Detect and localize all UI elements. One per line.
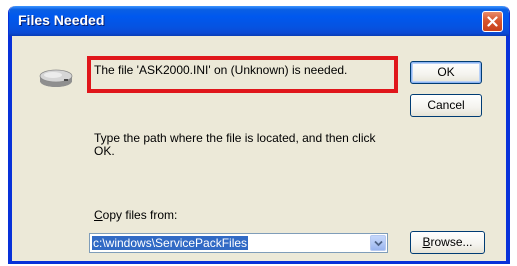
copy-files-from-label: Copy files from: (94, 208, 177, 222)
copy-label-rest: opy files from: (102, 208, 178, 222)
ok-button[interactable]: OK (410, 61, 482, 84)
browse-rest: rowse... (430, 235, 473, 249)
title-bar[interactable]: Files Needed (9, 6, 509, 36)
file-needed-message: The file 'ASK2000.INI' on (Unknown) is n… (94, 63, 348, 77)
copy-from-combobox[interactable]: c:\windows\ServicePackFiles (89, 233, 388, 253)
cancel-button[interactable]: Cancel (410, 94, 482, 117)
browse-button[interactable]: Browse... (410, 231, 485, 254)
window-title: Files Needed (18, 12, 105, 28)
copy-label-mnemonic: C (94, 208, 103, 222)
combo-dropdown-button[interactable] (370, 235, 386, 251)
close-button[interactable] (482, 11, 503, 32)
browse-mnemonic: B (422, 235, 431, 249)
files-needed-dialog: Files Needed The file 'ASK2000.INI' on (… (8, 6, 510, 264)
instruction-text: Type the path where the file is located,… (94, 131, 376, 158)
chevron-down-icon (373, 240, 383, 246)
path-value[interactable]: c:\windows\ServicePackFiles (92, 236, 249, 250)
close-icon (487, 16, 498, 27)
dialog-body: The file 'ASK2000.INI' on (Unknown) is n… (9, 36, 509, 263)
drive-icon (39, 69, 73, 87)
